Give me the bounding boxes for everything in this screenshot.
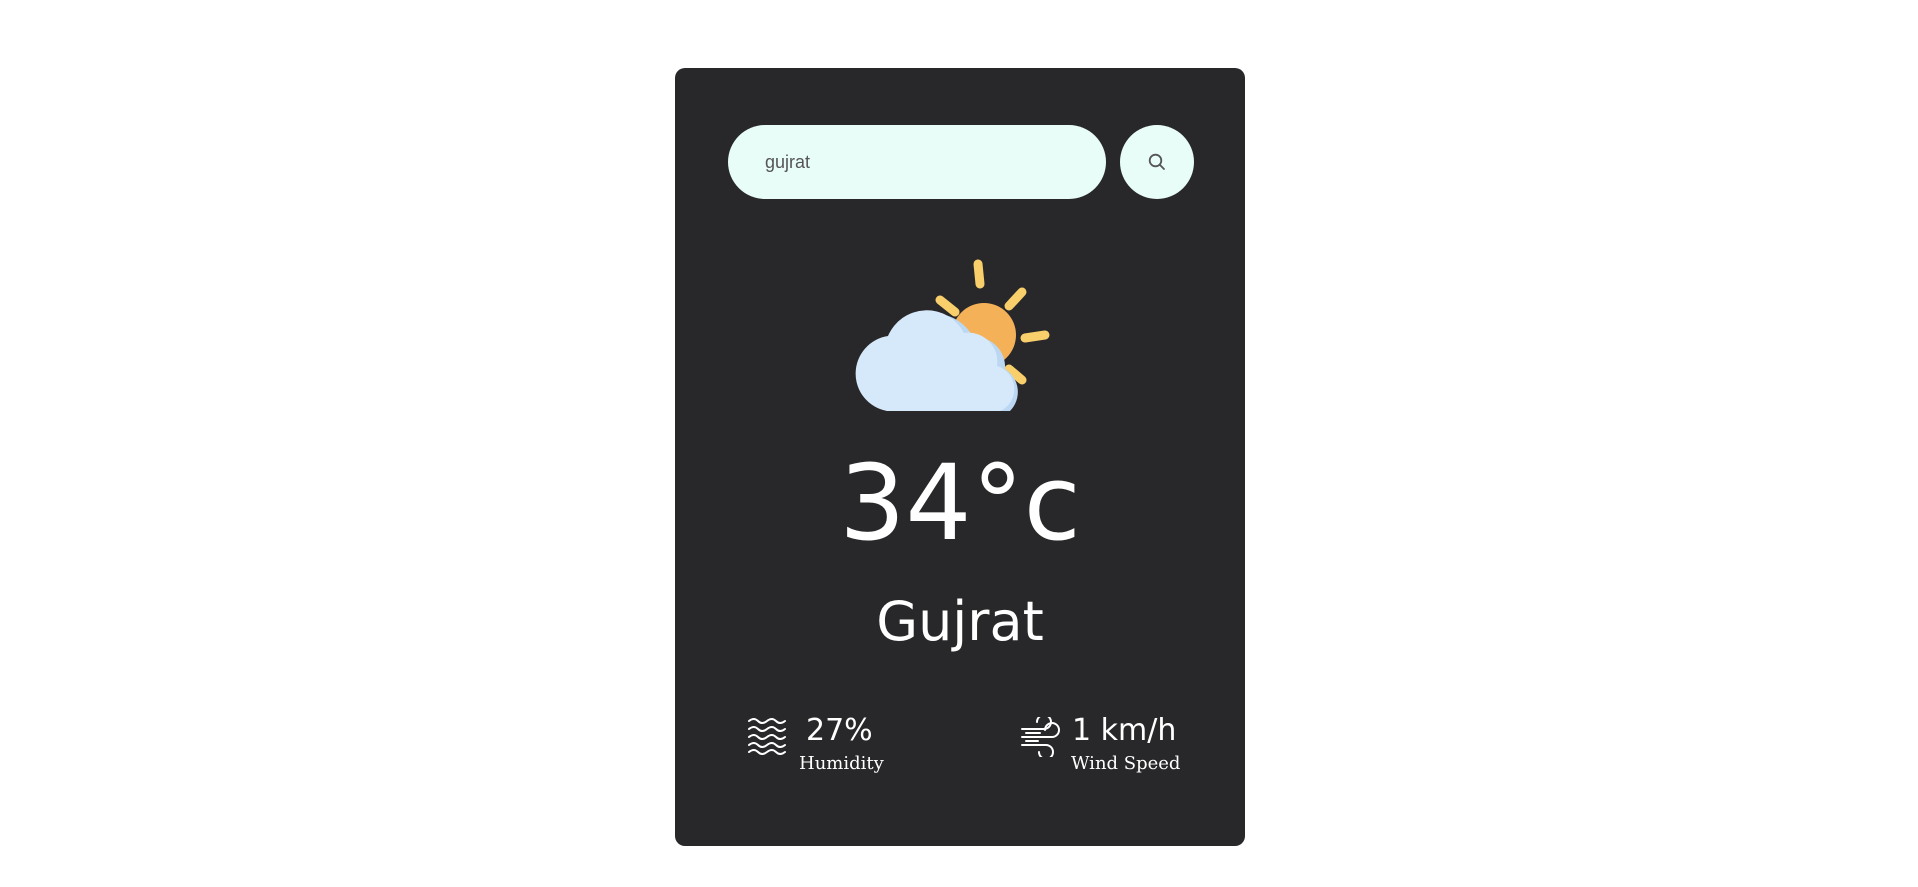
- search-input[interactable]: [728, 125, 1106, 199]
- wind-detail: 1 km/h Wind Speed: [1020, 713, 1190, 783]
- search-bar: [728, 125, 1194, 199]
- humidity-detail: 27% Humidity: [747, 713, 897, 783]
- search-button[interactable]: [1120, 125, 1194, 199]
- search-icon: [1147, 152, 1167, 172]
- partly-cloudy-icon: [850, 248, 1070, 428]
- wind-icon: [1020, 714, 1062, 761]
- wind-value: 1 km/h: [1072, 713, 1177, 748]
- humidity-label: Humidity: [799, 753, 884, 774]
- weather-card: 34°c Gujrat 27% Humidity: [675, 68, 1245, 846]
- city-name: Gujrat: [876, 590, 1044, 653]
- humidity-value: 27%: [806, 713, 873, 748]
- humidity-icon: [747, 717, 787, 759]
- temperature: 34°c: [839, 442, 1081, 564]
- wind-label: Wind Speed: [1071, 753, 1181, 774]
